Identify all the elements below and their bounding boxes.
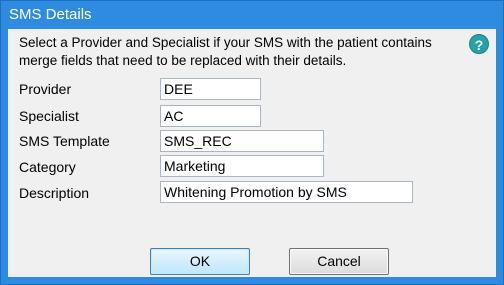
specialist-label: Specialist — [19, 108, 79, 124]
sms-template-label: SMS Template — [19, 133, 110, 149]
dialog-window: SMS Details Select a Provider and Specia… — [0, 0, 504, 285]
window-title: SMS Details — [9, 6, 92, 23]
specialist-field[interactable]: AC — [160, 105, 261, 127]
provider-field[interactable]: DEE — [160, 78, 261, 100]
description-field[interactable]: Whitening Promotion by SMS — [160, 181, 413, 203]
category-field[interactable]: Marketing — [160, 155, 324, 177]
dialog-body: Select a Provider and Specialist if your… — [8, 29, 496, 277]
category-label: Category — [19, 159, 76, 175]
ok-button[interactable]: OK — [150, 248, 250, 275]
title-bar[interactable]: SMS Details — [1, 1, 503, 29]
description-label: Description — [19, 185, 90, 201]
cancel-button[interactable]: Cancel — [289, 248, 389, 275]
help-icon[interactable]: ? — [469, 34, 489, 54]
sms-template-field[interactable]: SMS_REC — [160, 130, 324, 152]
provider-label: Provider — [19, 81, 72, 97]
intro-text: Select a Provider and Specialist if your… — [19, 35, 432, 68]
